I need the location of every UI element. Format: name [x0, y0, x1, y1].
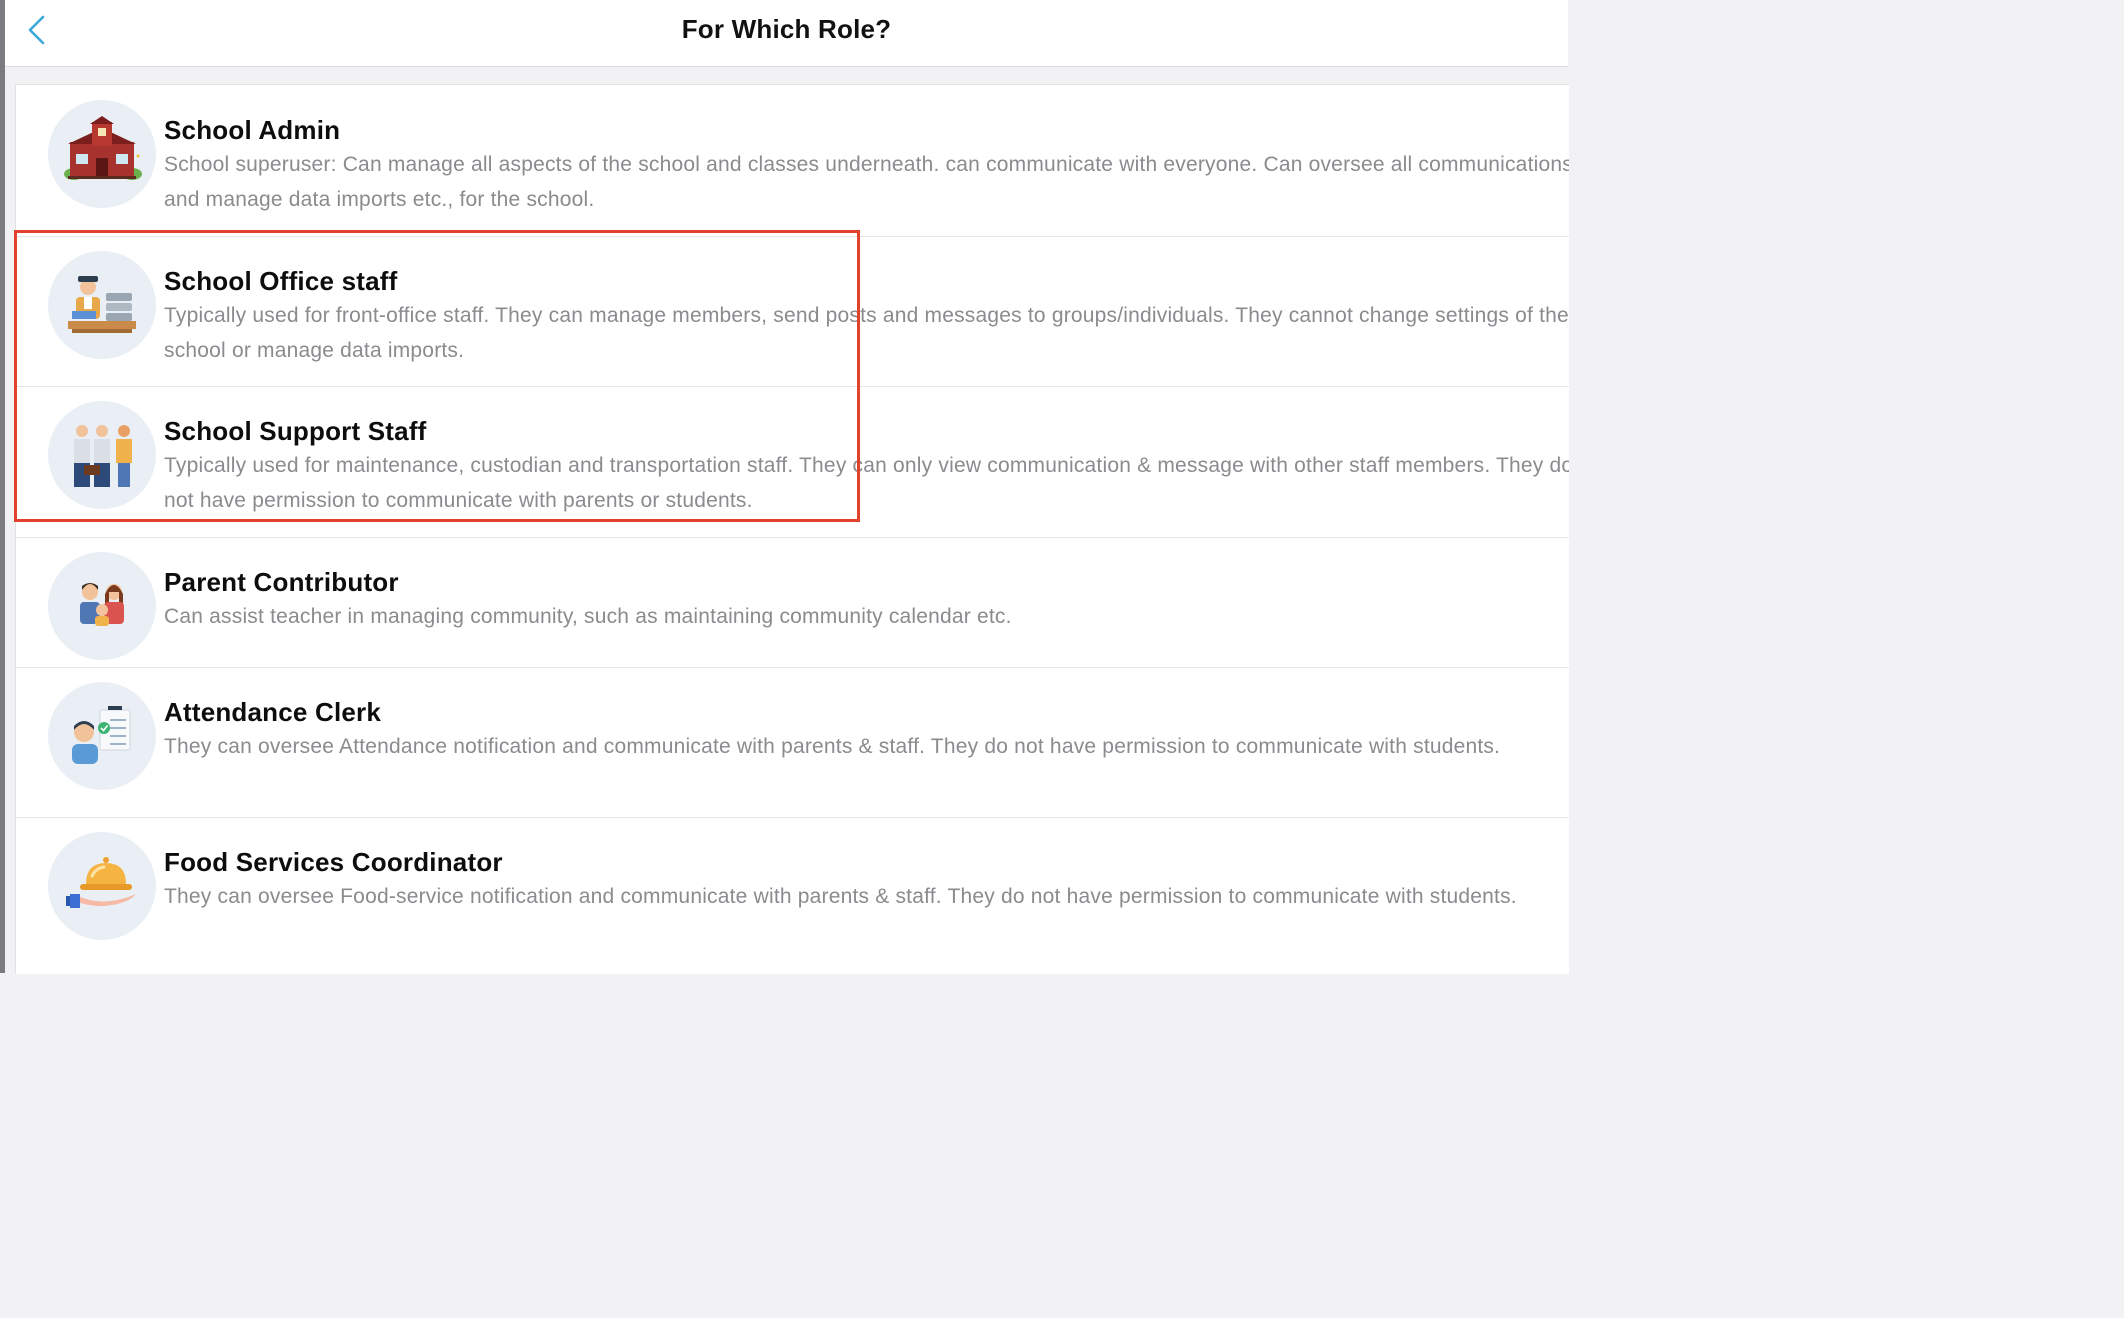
role-item-school-admin[interactable]: School Admin School superuser: Can manag…	[16, 85, 1569, 237]
role-title: Attendance Clerk	[164, 697, 382, 727]
role-title: School Admin	[164, 115, 341, 145]
attendance-clerk-icon	[48, 682, 156, 790]
role-description: School superuser: Can manage all aspects…	[164, 153, 1569, 211]
role-title: Food Services Coordinator	[164, 847, 503, 877]
role-item-attendance-clerk[interactable]: Attendance Clerk They can oversee Attend…	[16, 667, 1569, 818]
role-title: School Office staff	[164, 266, 398, 296]
parent-family-icon	[48, 552, 156, 660]
page-title: For Which Role?	[681, 14, 892, 44]
role-list: School Admin School superuser: Can manag…	[15, 84, 1569, 974]
top-bar: For Which Role?	[5, 0, 1568, 67]
support-staff-icon	[48, 401, 156, 509]
office-staff-icon	[48, 251, 156, 359]
role-description: Typically used for front-office staff. T…	[164, 304, 1569, 362]
role-item-school-support-staff[interactable]: School Support Staff Typically used for …	[16, 386, 1569, 538]
role-item-school-office-staff[interactable]: School Office staff Typically used for f…	[16, 236, 1569, 387]
role-item-food-services-coordinator[interactable]: Food Services Coordinator They can overs…	[16, 817, 1569, 974]
role-description: Typically used for maintenance, custodia…	[164, 454, 1569, 512]
role-title: Parent Contributor	[164, 567, 399, 597]
role-title: School Support Staff	[164, 416, 427, 446]
role-description: They can oversee Food-service notificati…	[164, 885, 1517, 908]
role-description: They can oversee Attendance notification…	[164, 735, 1501, 758]
window-edge	[0, 0, 5, 973]
role-item-parent-contributor[interactable]: Parent Contributor Can assist teacher in…	[16, 537, 1569, 668]
school-building-icon	[48, 100, 156, 208]
role-description: Can assist teacher in managing community…	[164, 605, 1012, 628]
food-cloche-icon	[48, 832, 156, 940]
